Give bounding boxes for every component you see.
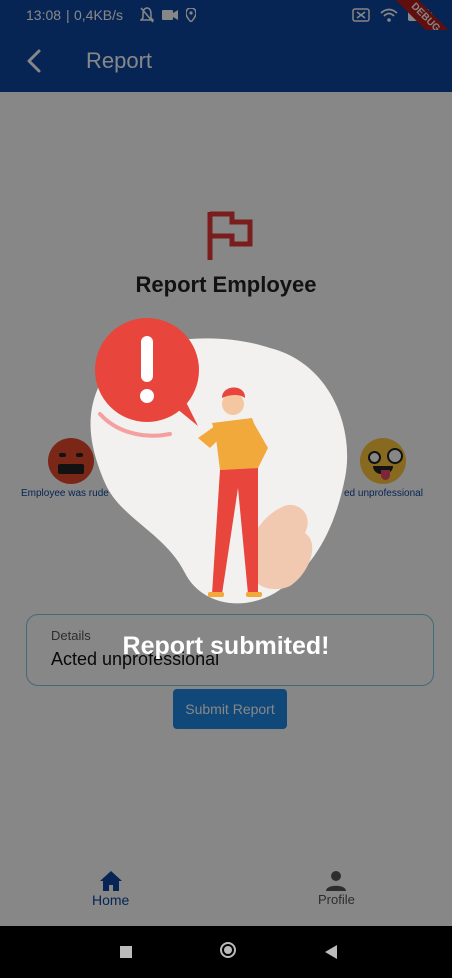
- recent-apps-icon[interactable]: [120, 946, 132, 958]
- report-submitted-illustration: [90, 318, 360, 613]
- back-triangle-icon[interactable]: [324, 944, 338, 960]
- dialog-message: Report submited!: [122, 632, 330, 660]
- home-circle-icon[interactable]: [220, 942, 236, 958]
- system-nav-bar: [0, 926, 452, 978]
